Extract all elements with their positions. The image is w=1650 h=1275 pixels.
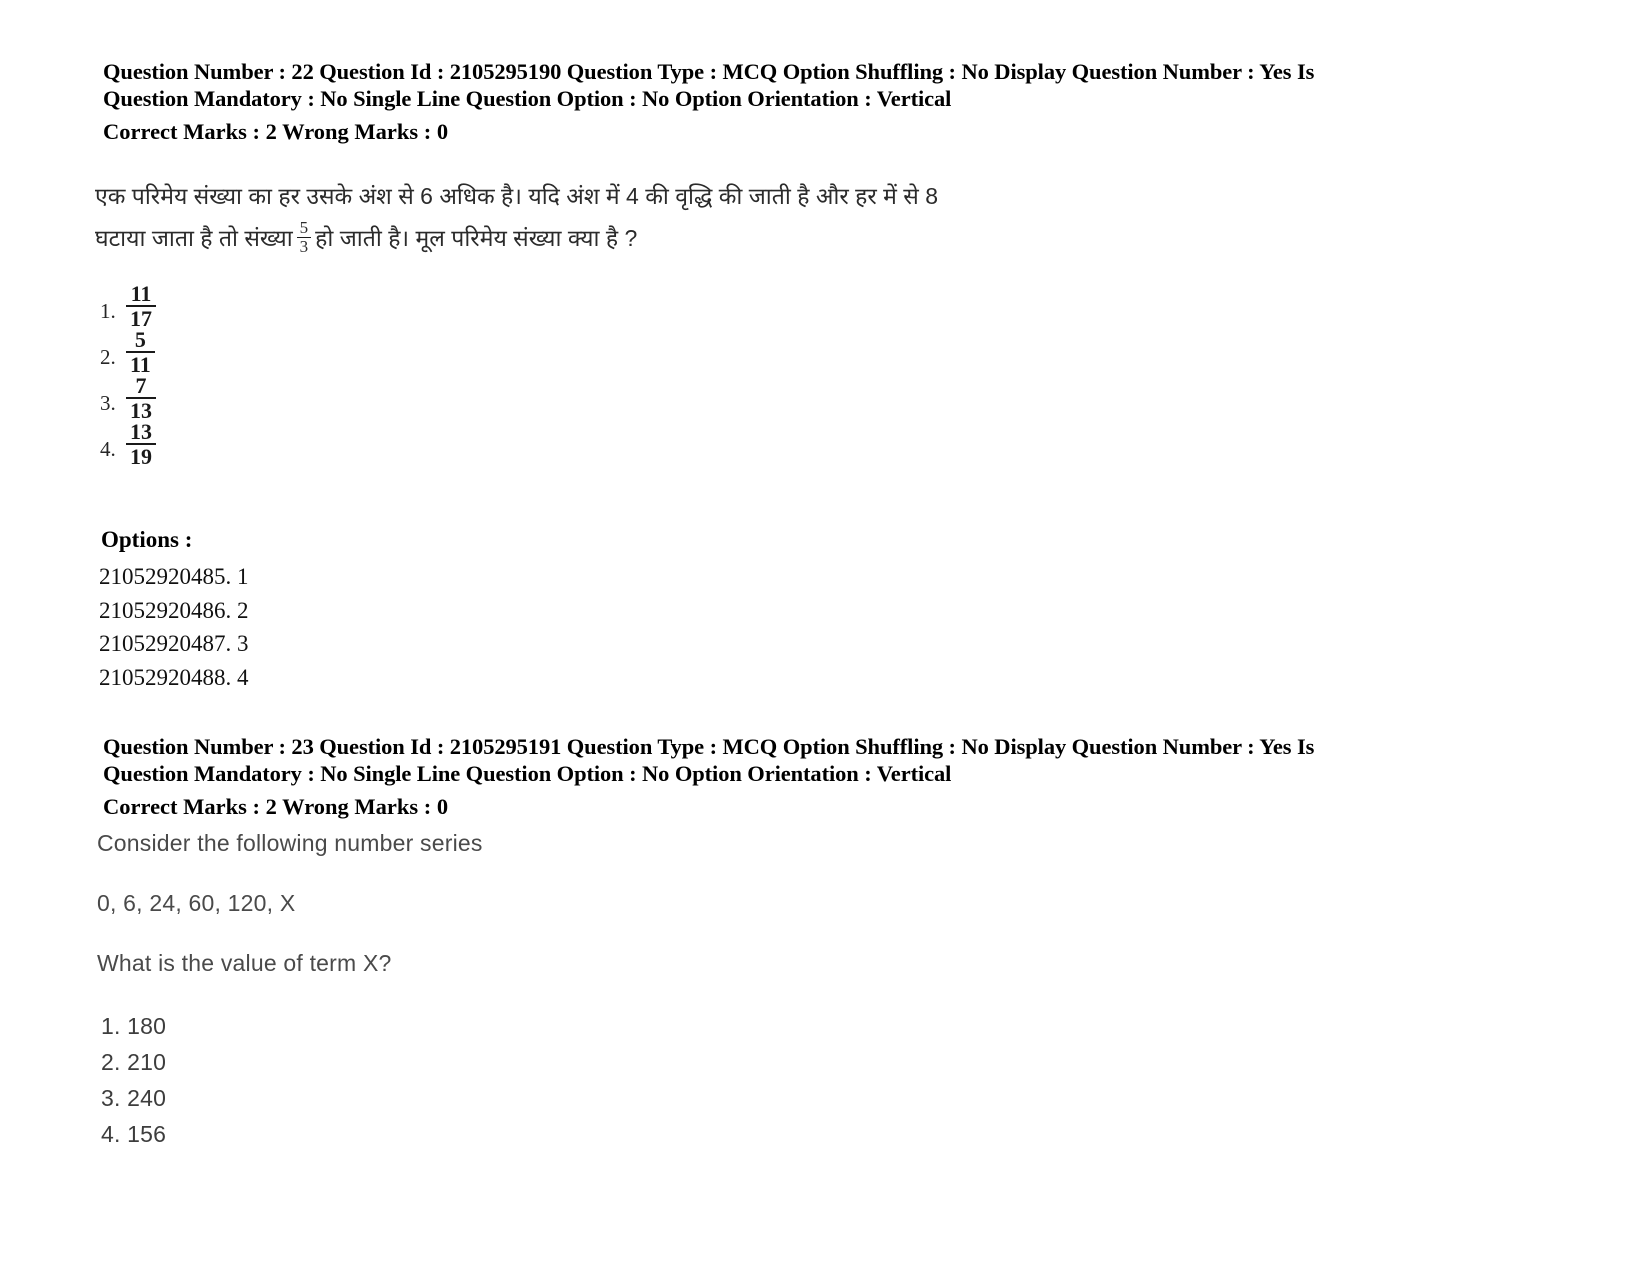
question-22-choice-list: 1. 11 17 2. 5 11 3. 7 13 4. 13 19 bbox=[100, 282, 156, 468]
question-22-choice-4-label: 4. bbox=[100, 436, 116, 461]
question-22-choice-4[interactable]: 4. 13 19 bbox=[100, 420, 156, 468]
question-23-choice-3[interactable]: 3. 240 bbox=[101, 1080, 166, 1116]
question-23-series: 0, 6, 24, 60, 120, X bbox=[97, 890, 295, 917]
question-22-meta-line-2: Question Mandatory : No Single Line Ques… bbox=[103, 86, 952, 111]
question-22-metadata: Question Number : 22 Question Id : 21052… bbox=[103, 58, 1423, 145]
question-22-option-id-2: 21052920486. 2 bbox=[99, 597, 249, 623]
question-22-choice-3-label: 3. bbox=[100, 390, 116, 415]
question-23-body-line-3: What is the value of term X? bbox=[97, 950, 392, 976]
question-23-choice-1[interactable]: 1. 180 bbox=[101, 1008, 166, 1044]
inline-fraction-5-over-3: 53 bbox=[296, 219, 312, 256]
inline-fraction-denominator: 3 bbox=[299, 236, 309, 256]
question-22-choice-4-denominator: 19 bbox=[130, 444, 152, 469]
question-22-options-heading: Options : bbox=[101, 527, 193, 552]
question-22-body-line-2: घटाया जाता है तो संख्या 5 3 हो जाती है। मूल… bbox=[95, 217, 938, 259]
question-22-choice-2-numerator: 5 bbox=[126, 328, 155, 353]
question-22-marks: Correct Marks : 2 Wrong Marks : 0 bbox=[103, 119, 449, 144]
question-23-body-line-1: Consider the following number series bbox=[97, 830, 483, 856]
question-22-choice-4-fraction: 13 19 bbox=[126, 420, 156, 468]
question-22-body: एक परिमेय संख्या का हर उसके अंश से 6 अधि… bbox=[95, 175, 938, 259]
question-23-prompt: What is the value of term X? bbox=[97, 950, 392, 977]
question-22-choice-3-fraction: 7 13 bbox=[126, 374, 156, 422]
question-22-meta-line-1: Question Number : 22 Question Id : 21052… bbox=[103, 59, 1315, 84]
question-23-body: Consider the following number series bbox=[97, 830, 483, 857]
question-22-choice-2-fraction: 5 11 bbox=[126, 328, 155, 376]
question-23-meta-line-1: Question Number : 23 Question Id : 21052… bbox=[103, 734, 1315, 759]
question-22-choice-1-label: 1. bbox=[100, 298, 116, 323]
question-22-choice-2[interactable]: 2. 5 11 bbox=[100, 328, 156, 376]
question-22-body-line-2-before: घटाया जाता है तो संख्या bbox=[95, 225, 293, 251]
question-22-body-line-2-after: हो जाती है। मूल परिमेय संख्या क्या है ? bbox=[315, 225, 638, 251]
question-23-meta-line-2: Question Mandatory : No Single Line Ques… bbox=[103, 761, 952, 786]
question-22-option-id-1: 21052920485. 1 bbox=[99, 564, 249, 589]
question-22-choice-2-label: 2. bbox=[100, 344, 116, 369]
document-page: Question Number : 22 Question Id : 21052… bbox=[0, 0, 1650, 1275]
question-23-body-line-2: 0, 6, 24, 60, 120, X bbox=[97, 890, 296, 916]
inline-fraction-numerator: 5 bbox=[296, 219, 312, 238]
question-23-marks: Correct Marks : 2 Wrong Marks : 0 bbox=[103, 794, 449, 819]
question-22-choice-3[interactable]: 3. 7 13 bbox=[100, 374, 156, 422]
question-22-option-id-4: 21052920488. 4 bbox=[99, 664, 249, 690]
question-22-option-id-3: 21052920487. 3 bbox=[99, 631, 249, 656]
question-22-choice-4-numerator: 13 bbox=[126, 420, 156, 445]
question-23-choice-4[interactable]: 4. 156 bbox=[101, 1116, 166, 1152]
question-23-metadata: Question Number : 23 Question Id : 21052… bbox=[103, 733, 1423, 820]
question-22-body-line-1: एक परिमेय संख्या का हर उसके अंश से 6 अधि… bbox=[95, 183, 939, 209]
question-22-choice-1-fraction: 11 17 bbox=[126, 282, 156, 330]
question-22-choice-1[interactable]: 1. 11 17 bbox=[100, 282, 156, 330]
question-22-option-id-list: 21052920485. 1 21052920486. 2 2105292048… bbox=[99, 560, 249, 694]
question-22-choice-1-numerator: 11 bbox=[126, 282, 156, 307]
question-22-choice-3-numerator: 7 bbox=[126, 374, 156, 399]
question-23-choice-list: 1. 180 2. 210 3. 240 4. 156 bbox=[101, 1008, 166, 1152]
question-23-choice-2[interactable]: 2. 210 bbox=[101, 1044, 166, 1080]
